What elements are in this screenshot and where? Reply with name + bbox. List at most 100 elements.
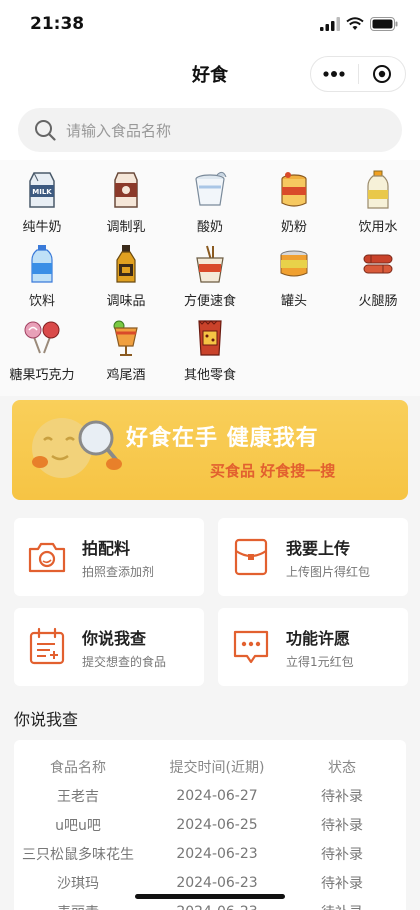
feature-subtitle: 上传图片得红包 <box>286 564 371 579</box>
submission-table: 食品名称 提交时间(近期) 状态 王老吉 2024-06-27 待补录 u吧u吧… <box>14 740 406 910</box>
flavored-milk-icon <box>106 170 146 210</box>
column-header-name: 食品名称 <box>50 759 106 776</box>
cell-submit-time: 2024-06-23 <box>176 874 258 891</box>
feature-title: 我要上传 <box>286 538 351 558</box>
feature-wish[interactable]: 功能许愿 立得1元红包 <box>218 608 408 686</box>
category-label: 鸡尾酒 <box>106 368 146 383</box>
status-time: 21:38 <box>30 14 85 34</box>
category-item-yogurt[interactable]: 酸奶 <box>168 170 252 238</box>
battery-icon <box>370 17 398 31</box>
category-item-pure-milk[interactable]: MILK 纯牛奶 <box>0 170 84 238</box>
home-indicator[interactable] <box>135 894 285 899</box>
wifi-icon <box>346 17 364 30</box>
sauce-bottle-icon <box>106 244 146 284</box>
category-item-milk-powder[interactable]: 奶粉 <box>252 170 336 238</box>
column-header-time: 提交时间(近期) <box>169 759 265 776</box>
search-icon <box>35 120 56 141</box>
cell-status: 待补录 <box>321 846 363 863</box>
category-item-condiments[interactable]: 调味品 <box>84 244 168 312</box>
category-grid-section: MILK 纯牛奶 调制乳 酸奶 奶粉 饮用水 饮料 调味品 方便速食 罐头 火腿… <box>0 160 420 396</box>
category-item-instant-food[interactable]: 方便速食 <box>168 244 252 312</box>
page-title: 好食 <box>192 65 228 86</box>
cell-submit-time: 2024-06-27 <box>176 787 258 804</box>
category-label: 火腿肠 <box>358 294 398 309</box>
column-header-status: 状态 <box>328 759 356 776</box>
category-label: 纯牛奶 <box>22 220 62 235</box>
target-close-icon <box>372 65 391 83</box>
banner-title: 好食在手 健康我有 <box>126 426 319 451</box>
cell-food-name: 王老吉 <box>57 788 99 805</box>
cell-submit-time: 2024-06-23 <box>176 845 258 862</box>
category-label: 其他零食 <box>183 368 236 383</box>
more-button[interactable] <box>311 57 358 91</box>
search-placeholder: 请输入食品名称 <box>66 121 172 140</box>
feature-subtitle: 提交想查的食品 <box>82 654 167 669</box>
lollipop-icon <box>22 318 62 358</box>
table-row: 沙琪玛 2024-06-23 待补录 <box>14 868 406 897</box>
cell-status: 待补录 <box>321 788 363 805</box>
table-row: 三只松鼠多味花生 2024-06-23 待补录 <box>14 839 406 868</box>
cell-food-name: 麦丽素 <box>14 902 142 910</box>
cell-status: 待补录 <box>321 817 363 834</box>
table-row: 王老吉 2024-06-27 待补录 <box>14 781 406 810</box>
sausage-icon <box>358 244 398 284</box>
section-title: 你说我查 <box>14 710 79 729</box>
category-label: 调制乳 <box>106 220 146 235</box>
feature-title: 你说我查 <box>82 628 147 648</box>
cocktail-icon <box>106 318 146 358</box>
category-item-candy-chocolate[interactable]: 糖果巧克力 <box>0 318 84 386</box>
header-area: 21:38 好食 请输入食品名称 <box>0 0 420 160</box>
category-item-ham-sausage[interactable]: 火腿肠 <box>336 244 420 312</box>
feature-title: 拍配料 <box>82 538 131 558</box>
category-item-cocktail[interactable]: 鸡尾酒 <box>84 318 168 386</box>
cell-food-name: 沙琪玛 <box>57 875 99 892</box>
category-label: 饮用水 <box>358 220 398 235</box>
category-label: 酸奶 <box>196 220 223 235</box>
feature-grid: 拍配料 拍照查添加剂 我要上传 上传图片得红包 你说我查 提交想查的食品 功能许… <box>0 500 420 686</box>
feature-request-lookup[interactable]: 你说我查 提交想查的食品 <box>14 608 204 686</box>
feature-title: 功能许愿 <box>286 628 351 648</box>
category-label: 罐头 <box>280 294 307 309</box>
category-label: 奶粉 <box>280 220 307 235</box>
milk-powder-can-icon <box>274 170 314 210</box>
category-label: 方便速食 <box>183 294 236 309</box>
magnifier-mascot-icon <box>32 418 122 478</box>
nav-bar: 好食 <box>0 48 420 100</box>
close-program-button[interactable] <box>359 57 406 91</box>
tin-can-icon <box>274 244 314 284</box>
category-item-canned[interactable]: 罐头 <box>252 244 336 312</box>
instant-noodle-icon <box>190 244 230 284</box>
search-input[interactable]: 请输入食品名称 <box>18 108 402 152</box>
status-icons <box>320 17 398 31</box>
cell-status: 待补录 <box>292 902 392 910</box>
yogurt-cup-icon <box>190 170 230 210</box>
water-bottle-icon <box>358 170 398 210</box>
red-envelope-icon <box>230 536 272 578</box>
table-header: 食品名称 提交时间(近期) 状态 <box>14 752 406 781</box>
category-grid: MILK 纯牛奶 调制乳 酸奶 奶粉 饮用水 饮料 调味品 方便速食 罐头 火腿… <box>0 170 420 386</box>
cell-food-name: u吧u吧 <box>55 817 101 834</box>
cell-submit-time: 2024-06-23 <box>142 904 292 910</box>
camera-icon <box>26 536 68 578</box>
feature-scan-ingredients[interactable]: 拍配料 拍照查添加剂 <box>14 518 204 596</box>
category-item-drinking-water[interactable]: 饮用水 <box>336 170 420 238</box>
feature-subtitle: 立得1元红包 <box>286 654 354 669</box>
category-item-flavored-milk[interactable]: 调制乳 <box>84 170 168 238</box>
cell-food-name: 三只松鼠多味花生 <box>22 846 134 863</box>
promo-banner[interactable]: 好食在手 健康我有 买食品 好食搜一搜 <box>12 400 408 500</box>
category-label: 糖果巧克力 <box>9 368 75 383</box>
category-label: 饮料 <box>28 294 55 309</box>
milk-carton-icon: MILK <box>22 170 62 210</box>
drink-bottle-icon <box>22 244 62 284</box>
mini-program-capsule <box>310 56 406 92</box>
category-item-other-snacks[interactable]: 其他零食 <box>168 318 252 386</box>
snack-bag-icon <box>190 318 230 358</box>
signal-icon <box>320 17 340 31</box>
cell-submit-time: 2024-06-25 <box>176 816 258 833</box>
feature-subtitle: 拍照查添加剂 <box>82 564 155 579</box>
table-row: u吧u吧 2024-06-25 待补录 <box>14 810 406 839</box>
status-bar: 21:38 <box>0 0 420 48</box>
category-item-beverages[interactable]: 饮料 <box>0 244 84 312</box>
banner-subtitle: 买食品 好食搜一搜 <box>210 462 336 480</box>
feature-upload[interactable]: 我要上传 上传图片得红包 <box>218 518 408 596</box>
